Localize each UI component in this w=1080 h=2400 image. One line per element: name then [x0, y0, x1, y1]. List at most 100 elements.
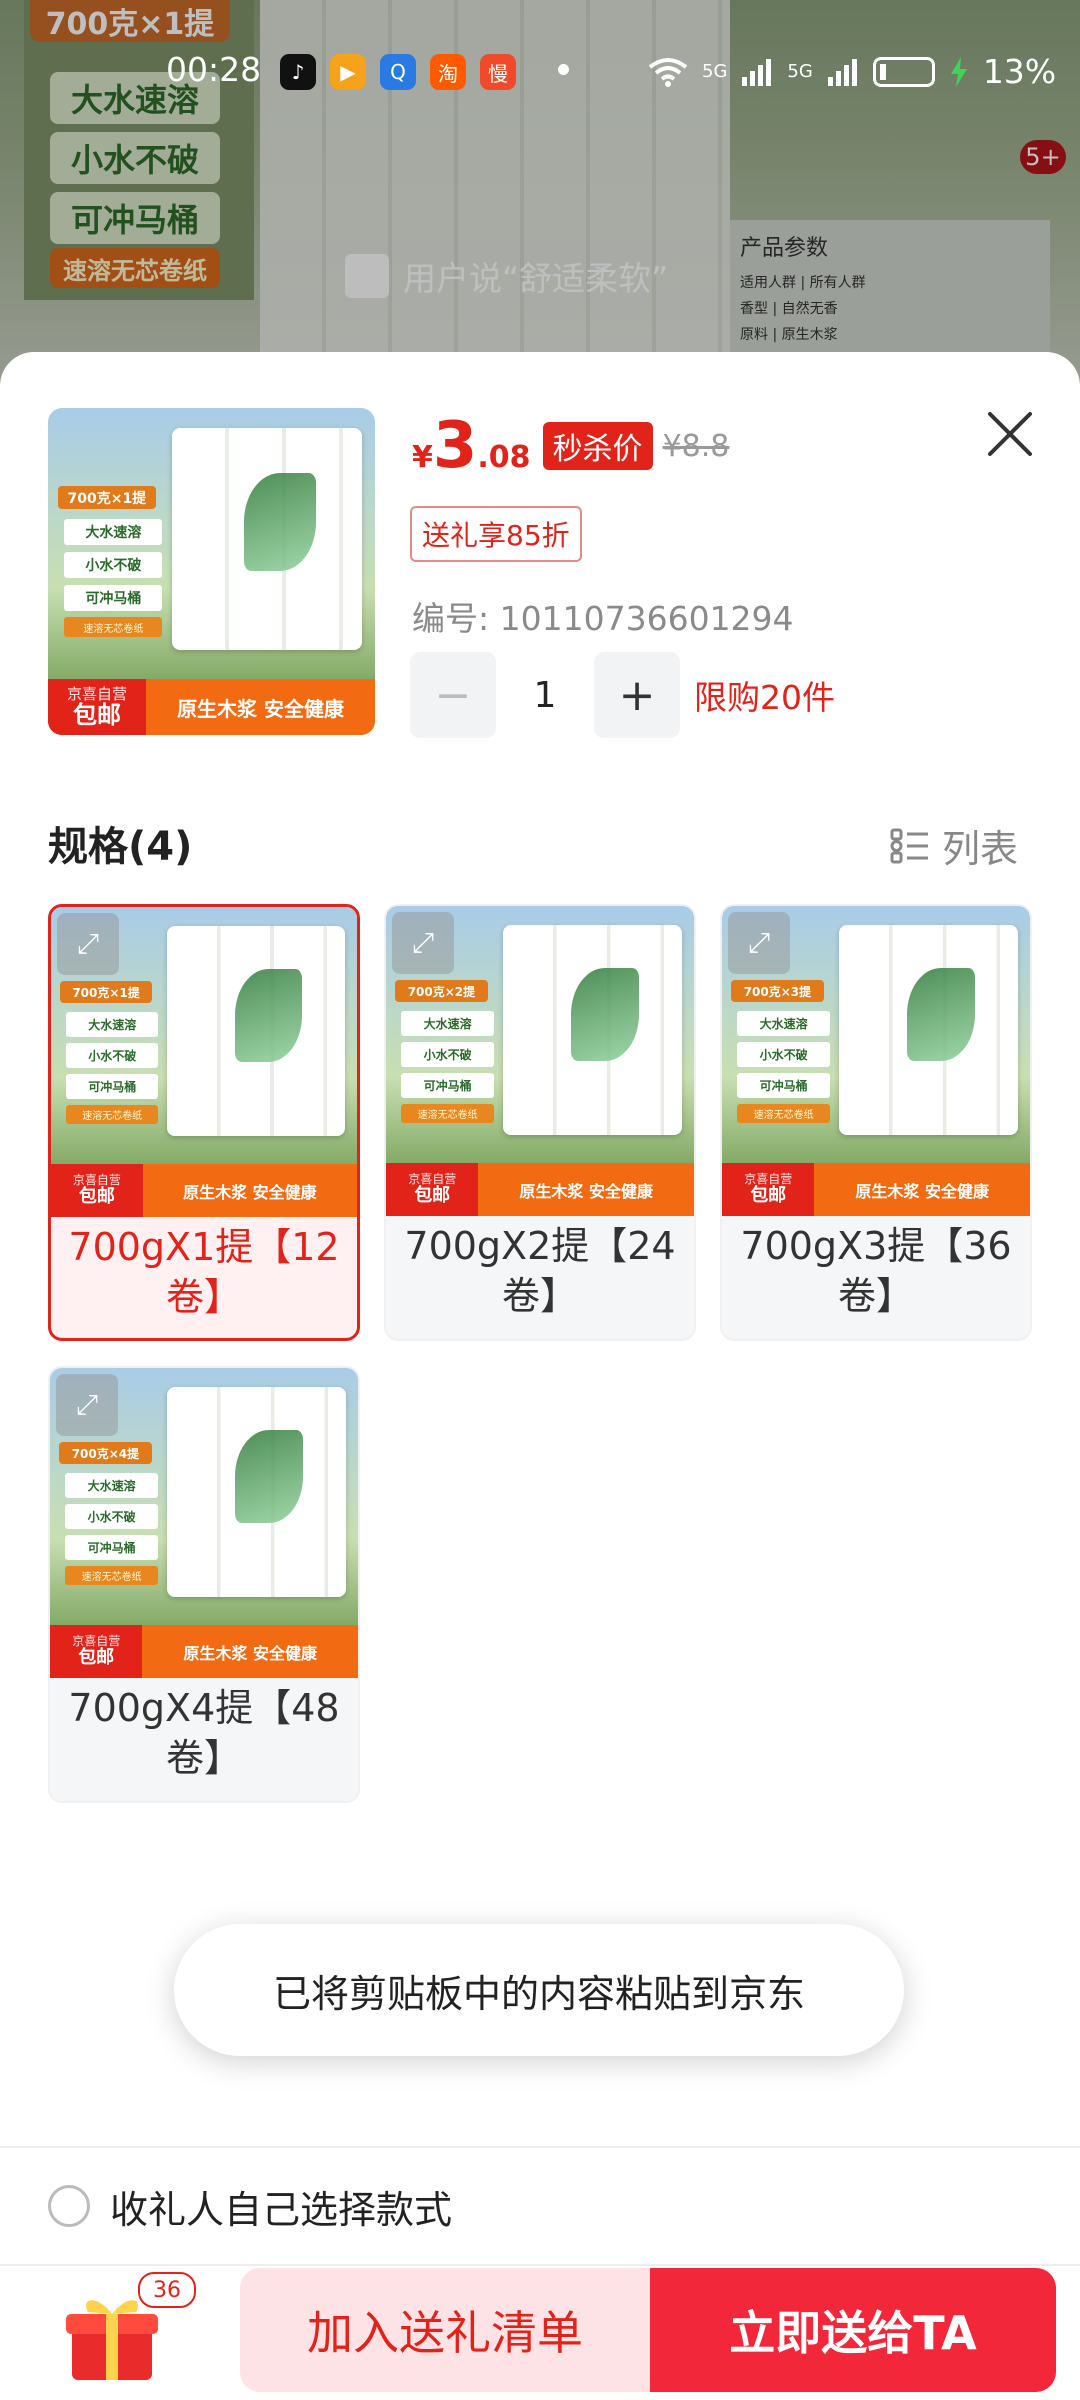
purchase-limit: 限购20件 — [694, 678, 835, 717]
feature-label: 小水不破 — [66, 1043, 159, 1069]
jd-badge-big: 包邮 — [750, 1185, 787, 1207]
radio-button[interactable] — [48, 2185, 90, 2227]
leaf-logo-icon — [570, 968, 639, 1061]
spec-option-name: 700gX2提【24卷】 — [404, 1224, 676, 1318]
jd-badge-big: 包邮 — [414, 1185, 451, 1207]
feature-label: 小水不破 — [65, 1504, 158, 1530]
quantity-stepper: − 1 + 限购20件 — [410, 652, 835, 738]
feature-label: 可冲马桶 — [737, 1073, 830, 1099]
spec-option[interactable]: ⤢ 700克×4提 大水速溶 小水不破 可冲马桶 速溶无芯卷纸 京喜自营 包邮 原生木浆 安全健… — [48, 1366, 360, 1803]
currency-symbol: ¥ — [412, 440, 433, 475]
feature-label: 小水不破 — [401, 1042, 494, 1068]
pack-label: 700克×2提 — [395, 980, 488, 1003]
pack-label: 700克×1提 — [60, 981, 152, 1004]
status-app-icons: ♪ ▶ Q 淘慢 — [280, 54, 516, 90]
pack-label: 700克×1提 — [57, 486, 156, 510]
jd-badge-big: 包邮 — [73, 701, 122, 730]
gift-discount-badge: 送礼享85折 — [410, 506, 582, 562]
product-code: 编号: 10110736601294 — [412, 599, 794, 638]
price-integer: 3 — [432, 409, 478, 483]
jd-badge-small: 京喜自营 — [744, 1172, 793, 1187]
expand-icon[interactable]: ⤢ — [57, 913, 119, 975]
spec-section-title: 规格(4) — [48, 824, 193, 870]
douyin-icon: ♪ — [280, 54, 316, 90]
expand-icon[interactable]: ⤢ — [728, 912, 790, 974]
jd-badge-small: 京喜自营 — [67, 684, 128, 703]
leaf-logo-icon — [234, 1430, 303, 1523]
spec-option[interactable]: ⤢ 700克×2提大水速溶小水不破可冲马桶速溶无芯卷纸京喜自营 包邮 原生木浆 安全健… — [384, 904, 696, 1341]
quantity-value[interactable]: 1 — [496, 675, 594, 716]
recipient-choose-label: 收礼人自己选择款式 — [110, 2187, 453, 2232]
feature-label: 小水不破 — [64, 551, 163, 579]
jd-badge-small: 京喜自营 — [408, 1172, 457, 1187]
jd-badge: 京喜自营 包邮 — [51, 1164, 143, 1217]
battery-percent: 13% — [982, 52, 1057, 91]
feature-label: 大水速溶 — [66, 1012, 159, 1038]
feature-label: 可冲马桶 — [64, 584, 163, 611]
notification-dot-icon — [558, 64, 569, 75]
jd-badge-big: 包邮 — [78, 1647, 115, 1669]
feature-label: 大水速溶 — [737, 1011, 830, 1037]
expand-icon[interactable]: ⤢ — [56, 1374, 118, 1436]
spec-option-name: 700gX4提【48卷】 — [68, 1686, 340, 1780]
manman-icon: 慢 — [480, 54, 516, 90]
spec-option-name: 700gX1提【12卷】 — [68, 1225, 340, 1319]
list-view-toggle[interactable]: 列表 — [890, 818, 1018, 873]
slogan: 原生木浆 安全健康 — [183, 1643, 317, 1663]
feature-label: 小水不破 — [737, 1042, 830, 1068]
quick-label: 速溶无芯卷纸 — [65, 1566, 158, 1585]
spec-option[interactable]: ⤢ 700克×1提 大水速溶 小水不破 可冲马桶 速溶无芯卷纸 京喜自营 包邮 原生木浆 安全健… — [48, 904, 360, 1341]
feature-label: 可冲马桶 — [66, 1074, 159, 1100]
feature-label: 可冲马桶 — [65, 1535, 158, 1561]
leaf-logo-icon — [234, 969, 302, 1062]
jd-badge-big: 包邮 — [78, 1186, 115, 1208]
price-decimal: .08 — [477, 440, 531, 475]
slogan: 原生木浆 安全健康 — [183, 1182, 317, 1202]
jd-badge-small: 京喜自营 — [72, 1173, 121, 1188]
jd-badge: 京喜自营 包邮 — [48, 679, 147, 735]
video-app-icon: ▶ — [330, 54, 366, 90]
list-view-label: 列表 — [942, 827, 1019, 871]
quick-label: 速溶无芯卷纸 — [401, 1104, 494, 1123]
spec-option[interactable]: ⤢ 700克×3提 大水速溶 小水不破 可冲马桶 速溶无芯卷纸 京喜自营 包邮 原生木浆 安全健… — [720, 904, 1032, 1341]
leaf-logo-icon — [906, 968, 975, 1061]
product-image: 700克×1提 大水速溶 小水不破 可冲马桶 速溶无芯卷纸 京喜自营 包邮 原生… — [48, 408, 375, 735]
decrease-button[interactable]: − — [410, 652, 496, 738]
slogan: 原生木浆 安全健康 — [855, 1181, 989, 1201]
signal-icon — [742, 58, 772, 86]
close-icon[interactable] — [984, 408, 1036, 460]
list-icon — [890, 828, 928, 863]
send-now-button[interactable]: 立即送给TA — [650, 2268, 1056, 2392]
slogan: 原生木浆 安全健康 — [177, 696, 345, 721]
promo-strip: 京喜自营 包邮 原生木浆 安全健康 — [48, 679, 375, 735]
jd-badge-small: 京喜自营 — [72, 1634, 121, 1649]
promo-strip: 京喜自营 包邮 原生木浆 安全健康 — [50, 1625, 358, 1678]
original-price: ¥8.8 — [662, 428, 730, 464]
increase-button[interactable]: + — [594, 652, 680, 738]
jd-badge: 京喜自营 包邮 — [50, 1625, 143, 1678]
feature-label: 大水速溶 — [64, 519, 163, 546]
gift-list-count-badge: 36 — [138, 2272, 196, 2308]
signal-icon — [827, 58, 857, 86]
taobao-icon: 淘 — [430, 54, 466, 90]
product-thumbnail[interactable]: 700克×1提 大水速溶 小水不破 可冲马桶 速溶无芯卷纸 京喜自营 包邮 原生… — [48, 408, 375, 735]
feature-label: 可冲马桶 — [401, 1073, 494, 1099]
feature-label: 大水速溶 — [401, 1011, 494, 1037]
clipboard-toast: 已将剪贴板中的内容粘贴到京东 — [174, 1924, 904, 2056]
expand-icon[interactable]: ⤢ — [392, 912, 454, 974]
status-icons: 5G 5G 13% — [648, 52, 1056, 91]
status-time: 00:28 — [166, 50, 262, 89]
wifi-icon — [648, 57, 688, 87]
sku-selector-sheet: 700克×1提 大水速溶 小水不破 可冲马桶 速溶无芯卷纸 京喜自营 包邮 原生… — [0, 352, 1080, 2400]
slogan: 原生木浆 安全健康 — [519, 1181, 653, 1201]
price-row: ¥ 3 .08 秒杀价 ¥8.8 — [412, 414, 729, 478]
promo-strip: 京喜自营 包邮 原生木浆 安全健康 — [722, 1163, 1030, 1216]
recipient-choose-option[interactable]: 收礼人自己选择款式 — [0, 2146, 1080, 2266]
add-to-gift-list-button[interactable]: 加入送礼清单 — [240, 2268, 650, 2392]
jd-badge: 京喜自营 包邮 — [386, 1163, 479, 1216]
charging-icon — [950, 56, 967, 87]
leaf-logo-icon — [244, 473, 317, 572]
promo-strip: 京喜自营 包邮 原生木浆 安全健康 — [51, 1164, 357, 1217]
pack-label: 700克×3提 — [731, 980, 824, 1003]
spec-option-name: 700gX3提【36卷】 — [740, 1224, 1012, 1318]
